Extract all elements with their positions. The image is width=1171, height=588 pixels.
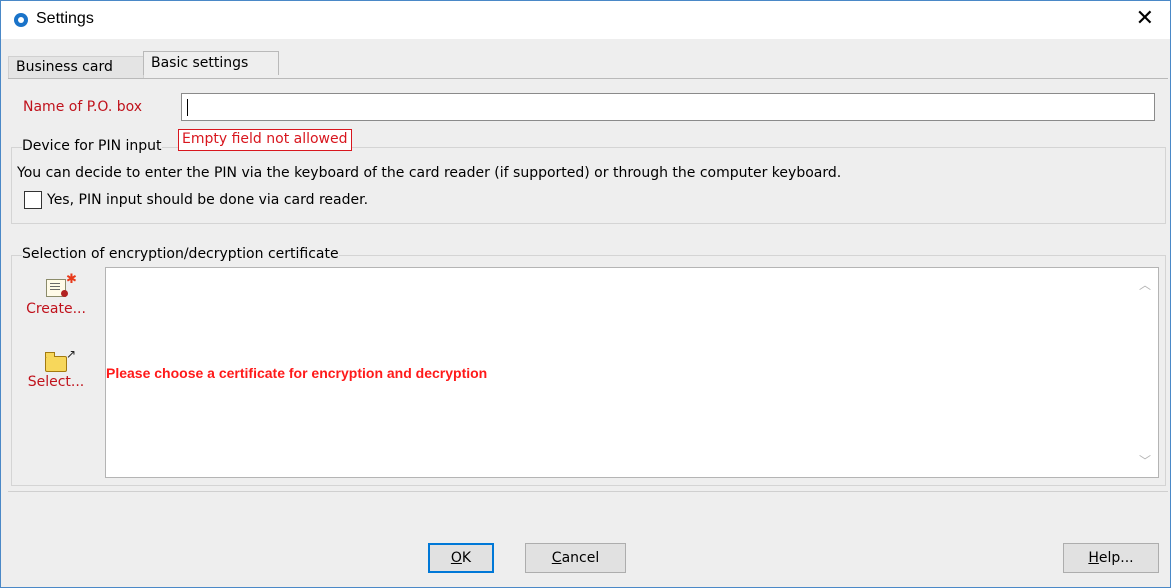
seal-icon bbox=[61, 290, 68, 297]
pin-checkbox-label[interactable]: Yes, PIN input should be done via card r… bbox=[47, 192, 368, 208]
title-bar: Settings ✕ bbox=[1, 1, 1170, 39]
po-box-input[interactable] bbox=[181, 93, 1155, 121]
window-title: Settings bbox=[36, 10, 94, 27]
scroll-down-icon[interactable]: ﹀ bbox=[1139, 452, 1151, 469]
create-label: Create... bbox=[26, 301, 86, 317]
scroll-up-icon[interactable]: ︿ bbox=[1139, 276, 1151, 293]
tab-basic-settings[interactable]: Basic settings bbox=[143, 51, 279, 75]
pin-group-title: Device for PIN input bbox=[22, 138, 162, 154]
certificate-list[interactable]: Please choose a certificate for encrypti… bbox=[105, 267, 1159, 478]
ok-label-rest: K bbox=[461, 550, 472, 566]
cancel-mnemonic: C bbox=[551, 550, 562, 566]
ok-mnemonic: O bbox=[450, 550, 462, 566]
close-icon[interactable]: ✕ bbox=[1136, 7, 1154, 31]
pin-description: You can decide to enter the PIN via the … bbox=[17, 165, 842, 181]
cancel-button[interactable]: Cancel bbox=[525, 543, 626, 573]
tab-business-card[interactable]: Business card bbox=[8, 56, 144, 78]
open-folder-icon: ↗ bbox=[45, 347, 76, 372]
select-certificate-button[interactable]: ↗ Select... bbox=[11, 347, 101, 412]
app-logo-icon bbox=[14, 13, 28, 27]
cancel-label-rest: ancel bbox=[561, 550, 600, 566]
help-mnemonic: H bbox=[1088, 550, 1099, 566]
error-tooltip: Empty field not allowed bbox=[178, 129, 352, 151]
certificate-message: Please choose a certificate for encrypti… bbox=[106, 365, 488, 381]
cert-group-title: Selection of encryption/decryption certi… bbox=[22, 246, 339, 262]
pin-device-group bbox=[11, 147, 1166, 224]
ok-button[interactable]: OK bbox=[428, 543, 494, 573]
certificate-icon: ✱ bbox=[46, 272, 77, 297]
new-star-icon: ✱ bbox=[66, 272, 77, 287]
pin-card-reader-checkbox[interactable] bbox=[24, 191, 42, 209]
help-button[interactable]: Help... bbox=[1063, 543, 1159, 573]
po-box-label: Name of P.O. box bbox=[23, 99, 143, 115]
create-certificate-button[interactable]: ✱ Create... bbox=[11, 272, 101, 337]
arrow-icon: ↗ bbox=[66, 347, 77, 361]
select-label: Select... bbox=[27, 374, 85, 390]
help-label-rest: elp... bbox=[1098, 550, 1134, 566]
text-caret bbox=[187, 99, 188, 116]
